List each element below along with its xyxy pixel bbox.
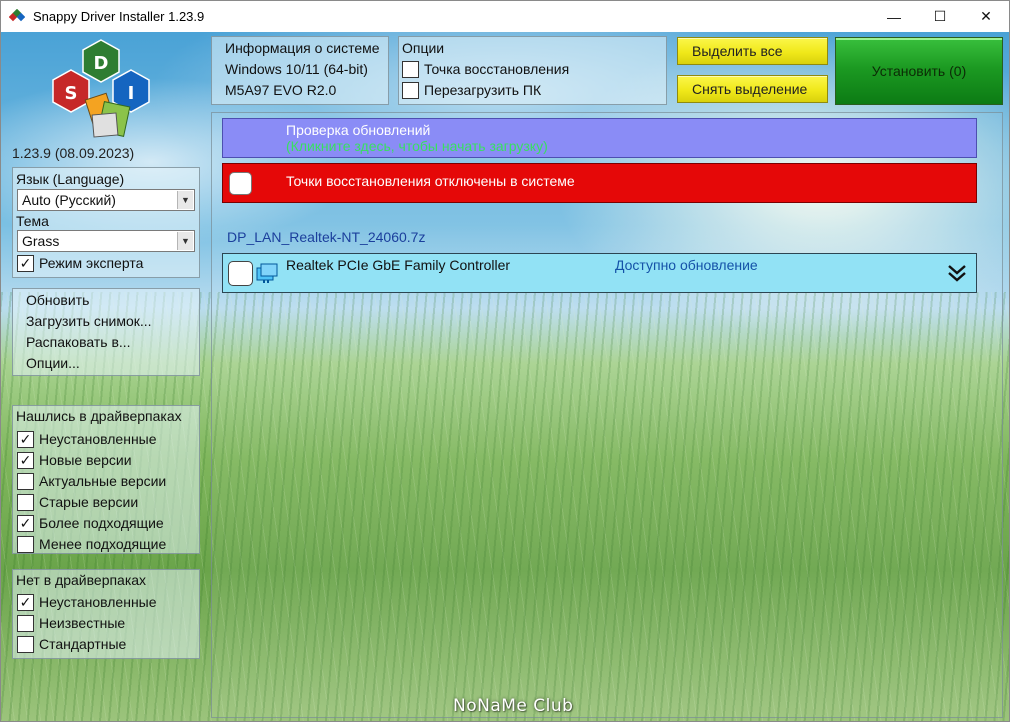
filter-label: Неизвестные bbox=[39, 615, 126, 631]
options-title: Опции bbox=[402, 40, 445, 56]
minimize-icon: — bbox=[887, 8, 901, 25]
filter-label: Неустановленные bbox=[39, 431, 157, 447]
menu-options[interactable]: Опции... bbox=[26, 355, 80, 371]
svg-text:S: S bbox=[65, 83, 78, 104]
app-icon bbox=[9, 8, 25, 21]
menu-extract-to[interactable]: Распаковать в... bbox=[26, 334, 131, 350]
driver-checkbox[interactable] bbox=[228, 261, 253, 286]
filter-not-installed-missing[interactable]: ✓ Неустановленные bbox=[17, 592, 157, 612]
menu-refresh[interactable]: Обновить bbox=[26, 292, 89, 308]
os-version: Windows 10/11 (64-bit) bbox=[225, 61, 368, 77]
checkbox-unchecked-icon[interactable] bbox=[17, 472, 34, 490]
found-in-packs-panel: Нашлись в драйверпаках ✓ Неустановленные… bbox=[12, 405, 200, 554]
found-in-packs-title: Нашлись в драйверпаках bbox=[16, 408, 182, 424]
title-bar[interactable]: Snappy Driver Installer 1.23.9 — ☐ ✕ bbox=[1, 1, 1009, 32]
checkbox-unchecked-icon[interactable] bbox=[17, 493, 34, 511]
theme-label: Тема bbox=[16, 213, 49, 229]
watermark: NoNaMe Club bbox=[453, 696, 574, 716]
filter-label: Менее подходящие bbox=[39, 536, 167, 552]
svg-text:I: I bbox=[128, 83, 135, 104]
restore-point-label: Точка восстановления bbox=[424, 61, 570, 77]
update-check-title: Проверка обновлений bbox=[286, 122, 431, 138]
driver-name: Realtek PCIe GbE Family Controller bbox=[286, 257, 511, 273]
theme-select[interactable]: Grass ▼ bbox=[17, 230, 195, 252]
language-panel: Язык (Language) Auto (Русский) ▼ Тема Gr… bbox=[12, 167, 200, 278]
filter-standard[interactable]: Стандартные bbox=[17, 634, 126, 654]
checkbox-unchecked-icon[interactable] bbox=[402, 60, 419, 78]
install-button[interactable]: Установить (0) bbox=[835, 37, 1003, 105]
menu-load-snapshot[interactable]: Загрузить снимок... bbox=[26, 313, 152, 329]
filter-label: Неустановленные bbox=[39, 594, 157, 610]
version-label: 1.23.9 (08.09.2023) bbox=[12, 145, 135, 161]
theme-value: Grass bbox=[22, 233, 60, 249]
not-in-packs-panel: Нет в драйверпаках ✓ Неустановленные Неи… bbox=[12, 569, 200, 659]
select-all-button[interactable]: Выделить все bbox=[677, 37, 828, 65]
driverpack-name: DP_LAN_Realtek-NT_24060.7z bbox=[227, 229, 426, 245]
expert-mode-label: Режим эксперта bbox=[39, 255, 144, 271]
close-button[interactable]: ✕ bbox=[963, 1, 1009, 32]
language-value: Auto (Русский) bbox=[22, 192, 116, 208]
language-label: Язык (Language) bbox=[16, 171, 125, 187]
filter-worse-match[interactable]: Менее подходящие bbox=[17, 534, 166, 554]
network-adapter-icon bbox=[256, 263, 278, 283]
checkbox-unchecked-icon[interactable] bbox=[402, 81, 419, 99]
restore-disabled-checkbox[interactable] bbox=[229, 172, 252, 195]
update-check-bar[interactable]: Проверка обновлений (Кликните здесь, что… bbox=[222, 118, 977, 158]
chevron-down-icon[interactable]: ▼ bbox=[177, 232, 193, 250]
app-window: Snappy Driver Installer 1.23.9 — ☐ ✕ D S… bbox=[0, 0, 1010, 722]
deselect-button[interactable]: Снять выделение bbox=[677, 75, 828, 103]
maximize-icon: ☐ bbox=[933, 8, 947, 24]
checkbox-checked-icon[interactable]: ✓ bbox=[17, 593, 34, 611]
driver-status: Доступно обновление bbox=[615, 257, 758, 273]
minimize-button[interactable]: — bbox=[871, 1, 917, 32]
filter-label: Актуальные версии bbox=[39, 473, 167, 489]
restore-disabled-text: Точки восстановления отключены в системе bbox=[286, 173, 575, 189]
checkbox-checked-icon[interactable]: ✓ bbox=[17, 430, 34, 448]
close-icon: ✕ bbox=[980, 8, 992, 24]
window-title: Snappy Driver Installer 1.23.9 bbox=[33, 9, 205, 24]
filter-label: Стандартные bbox=[39, 636, 127, 652]
restore-point-checkbox[interactable]: Точка восстановления bbox=[402, 59, 569, 79]
checkbox-unchecked-icon[interactable] bbox=[17, 614, 34, 632]
driver-list: Проверка обновлений (Кликните здесь, что… bbox=[211, 112, 1003, 718]
filter-not-installed[interactable]: ✓ Неустановленные bbox=[17, 429, 157, 449]
chevron-double-down-icon[interactable] bbox=[947, 264, 967, 282]
filter-unknown[interactable]: Неизвестные bbox=[17, 613, 125, 633]
client-area: D S I 1.23.9 (08.09.2023) Язык (Language… bbox=[1, 32, 1009, 721]
reboot-label: Перезагрузить ПК bbox=[424, 82, 542, 98]
checkbox-unchecked-icon[interactable] bbox=[17, 535, 34, 553]
checkbox-unchecked-icon[interactable] bbox=[17, 635, 34, 653]
motherboard-model: M5A97 EVO R2.0 bbox=[225, 82, 337, 98]
filter-label: Более подходящие bbox=[39, 515, 164, 531]
checkbox-checked-icon[interactable]: ✓ bbox=[17, 254, 34, 272]
checkbox-checked-icon[interactable]: ✓ bbox=[17, 451, 34, 469]
system-info-title: Информация о системе bbox=[225, 40, 380, 56]
chevron-down-icon[interactable]: ▼ bbox=[177, 191, 193, 209]
restore-disabled-bar[interactable]: Точки восстановления отключены в системе bbox=[222, 163, 977, 203]
sdi-logo: D S I bbox=[52, 39, 150, 138]
not-in-packs-title: Нет в драйверпаках bbox=[16, 572, 147, 588]
language-select[interactable]: Auto (Русский) ▼ bbox=[17, 189, 195, 211]
actions-panel: Обновить Загрузить снимок... Распаковать… bbox=[12, 288, 200, 376]
options-panel: Опции Точка восстановления Перезагрузить… bbox=[398, 36, 667, 105]
filter-old-versions[interactable]: Старые версии bbox=[17, 492, 138, 512]
filter-better-match[interactable]: ✓ Более подходящие bbox=[17, 513, 164, 533]
system-info-panel[interactable]: Информация о системе Windows 10/11 (64-b… bbox=[211, 36, 389, 105]
expert-mode-checkbox[interactable]: ✓ Режим эксперта bbox=[17, 253, 143, 273]
filter-label: Новые версии bbox=[39, 452, 132, 468]
reboot-checkbox[interactable]: Перезагрузить ПК bbox=[402, 80, 541, 100]
filter-new-versions[interactable]: ✓ Новые версии bbox=[17, 450, 132, 470]
checkbox-checked-icon[interactable]: ✓ bbox=[17, 514, 34, 532]
maximize-button[interactable]: ☐ bbox=[917, 1, 963, 32]
svg-text:D: D bbox=[94, 53, 109, 74]
filter-label: Старые версии bbox=[39, 494, 139, 510]
update-check-subtitle: (Кликните здесь, чтобы начать загрузку) bbox=[286, 138, 548, 154]
driver-row[interactable]: Realtek PCIe GbE Family Controller Досту… bbox=[222, 253, 977, 293]
filter-current-versions[interactable]: Актуальные версии bbox=[17, 471, 166, 491]
